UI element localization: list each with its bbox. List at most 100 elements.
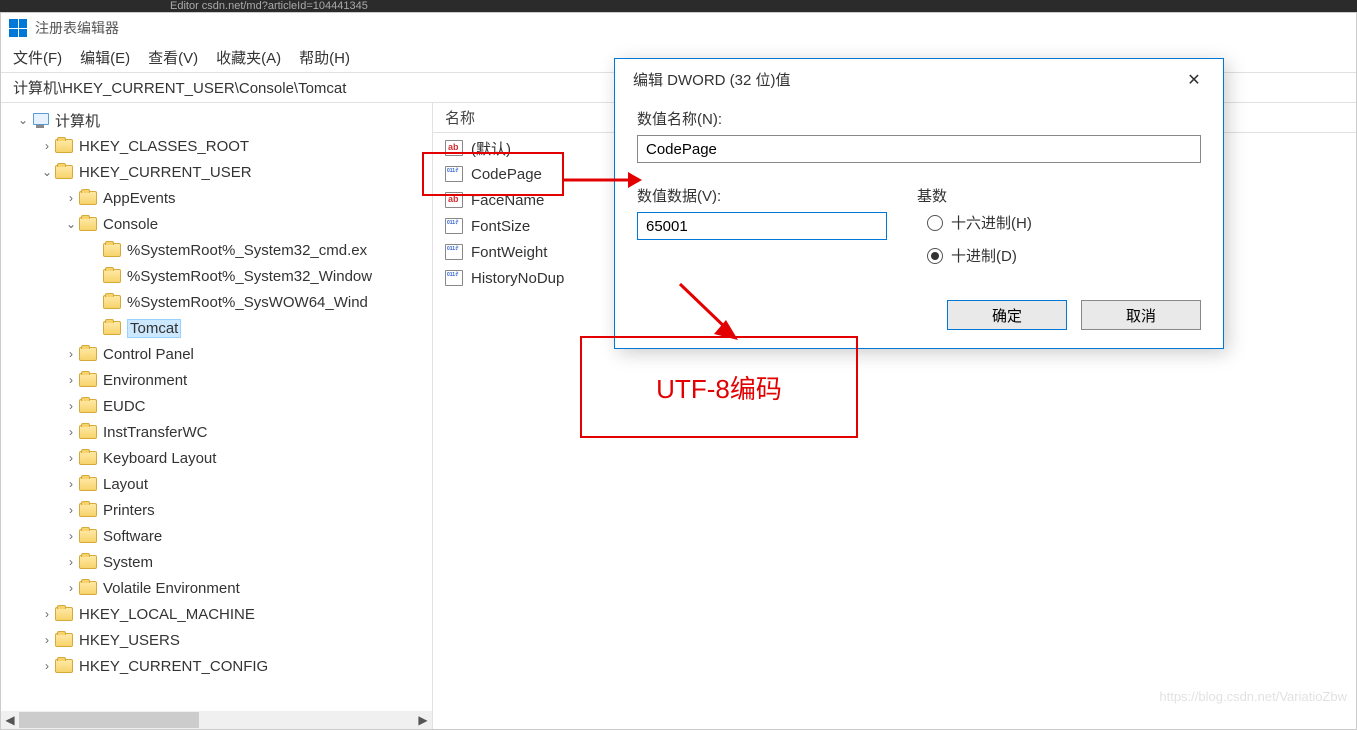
tree-item-label: EUDC: [103, 398, 146, 415]
h-scrollbar[interactable]: ◀ ▶: [1, 711, 432, 729]
folder-icon: [55, 607, 73, 621]
folder-icon: [79, 555, 97, 569]
tree-item[interactable]: ›Environment: [1, 367, 432, 393]
chevron-right-icon[interactable]: ›: [63, 424, 79, 440]
radio-icon-checked: [927, 248, 943, 264]
chevron-right-icon[interactable]: ›: [63, 554, 79, 570]
tree-item[interactable]: ›HKEY_CLASSES_ROOT: [1, 133, 432, 159]
chevron-down-icon[interactable]: ⌄: [63, 216, 79, 232]
chevron-none-icon: [87, 320, 103, 336]
folder-icon: [55, 139, 73, 153]
computer-icon: [31, 113, 49, 127]
window-title: 注册表编辑器: [35, 18, 119, 38]
tree-item[interactable]: ›AppEvents: [1, 185, 432, 211]
tree-item-label: Control Panel: [103, 346, 194, 363]
tree-item[interactable]: › HKEY_LOCAL_MACHINE: [1, 601, 432, 627]
tree-item-label: HKEY_LOCAL_MACHINE: [79, 606, 255, 623]
tree-item[interactable]: %SystemRoot%_System32_Window: [1, 263, 432, 289]
chevron-right-icon[interactable]: ›: [63, 528, 79, 544]
tree-item[interactable]: › Volatile Environment: [1, 575, 432, 601]
radio-hex-label: 十六进制(H): [951, 212, 1032, 233]
chevron-right-icon[interactable]: ›: [63, 450, 79, 466]
radio-hex[interactable]: 十六进制(H): [927, 212, 1201, 233]
reg-bin-icon: [445, 166, 463, 182]
chevron-right-icon[interactable]: ›: [63, 190, 79, 206]
chevron-none-icon: [87, 268, 103, 284]
tree-item-label: HKEY_USERS: [79, 632, 180, 649]
menu-item[interactable]: 文件(F): [13, 47, 62, 68]
app-icon: [9, 19, 27, 37]
tree-item[interactable]: ⌄ HKEY_CURRENT_USER: [1, 159, 432, 185]
folder-icon: [55, 165, 73, 179]
tree-item-label: Volatile Environment: [103, 580, 240, 597]
menu-item[interactable]: 编辑(E): [80, 47, 130, 68]
chevron-down-icon[interactable]: ⌄: [15, 112, 31, 128]
browser-url-remnant: Editor csdn.net/md?articleId=104441345: [0, 0, 1357, 12]
reg-str-icon: [445, 140, 463, 156]
menu-item[interactable]: 查看(V): [148, 47, 198, 68]
chevron-right-icon[interactable]: ›: [39, 658, 55, 674]
folder-icon: [55, 633, 73, 647]
menu-item[interactable]: 收藏夹(A): [216, 47, 281, 68]
tree-item[interactable]: › HKEY_USERS: [1, 627, 432, 653]
tree-item[interactable]: › HKEY_CURRENT_CONFIG: [1, 653, 432, 679]
tree-item[interactable]: › EUDC: [1, 393, 432, 419]
close-icon[interactable]: ✕: [1179, 70, 1209, 90]
folder-icon: [79, 503, 97, 517]
tree-item[interactable]: ›Software: [1, 523, 432, 549]
tree-item-label: HKEY_CURRENT_CONFIG: [79, 658, 268, 675]
tree-item[interactable]: ›Printers: [1, 497, 432, 523]
chevron-right-icon[interactable]: ›: [39, 632, 55, 648]
folder-icon: [103, 295, 121, 309]
ok-button[interactable]: 确定: [947, 300, 1067, 330]
chevron-right-icon[interactable]: ›: [63, 476, 79, 492]
scroll-left-icon[interactable]: ◀: [1, 711, 19, 729]
chevron-right-icon[interactable]: ›: [63, 580, 79, 596]
tree-item[interactable]: › Control Panel: [1, 341, 432, 367]
folder-icon: [79, 529, 97, 543]
tree-item-label: Layout: [103, 476, 148, 493]
chevron-none-icon: [87, 294, 103, 310]
folder-icon: [103, 243, 121, 257]
cancel-button[interactable]: 取消: [1081, 300, 1201, 330]
folder-icon: [79, 347, 97, 361]
value-name: FontSize: [471, 218, 530, 235]
tree-item[interactable]: Tomcat: [1, 315, 432, 341]
tree-item[interactable]: › Keyboard Layout: [1, 445, 432, 471]
chevron-right-icon[interactable]: ›: [39, 606, 55, 622]
chevron-right-icon[interactable]: ›: [39, 138, 55, 154]
tree-item[interactable]: ›InstTransferWC: [1, 419, 432, 445]
tree-panel: ⌄计算机›HKEY_CLASSES_ROOT ⌄ HKEY_CURRENT_USER…: [1, 103, 433, 729]
scroll-right-icon[interactable]: ▶: [414, 711, 432, 729]
folder-icon: [79, 217, 97, 231]
tree-item-label: HKEY_CURRENT_USER: [79, 164, 252, 181]
edit-dword-dialog: 编辑 DWORD (32 位)值 ✕ 数值名称(N): 数值数据(V): 基数 …: [614, 58, 1224, 349]
dialog-title-bar[interactable]: 编辑 DWORD (32 位)值 ✕: [615, 59, 1223, 96]
menu-item[interactable]: 帮助(H): [299, 47, 350, 68]
tree-item-label: Keyboard Layout: [103, 450, 216, 467]
chevron-right-icon[interactable]: ›: [63, 502, 79, 518]
tree-item[interactable]: ›System: [1, 549, 432, 575]
tree-item[interactable]: %SystemRoot%_SysWOW64_Wind: [1, 289, 432, 315]
value-data-input[interactable]: [637, 212, 887, 240]
radio-dec-label: 十进制(D): [951, 245, 1017, 266]
chevron-right-icon[interactable]: ›: [63, 372, 79, 388]
title-bar[interactable]: 注册表编辑器: [1, 13, 1356, 43]
radio-icon: [927, 215, 943, 231]
folder-icon: [79, 373, 97, 387]
tree-item[interactable]: ⌄计算机: [1, 107, 432, 133]
chevron-down-icon[interactable]: ⌄: [39, 164, 55, 180]
tree-item[interactable]: %SystemRoot%_System32_cmd.ex: [1, 237, 432, 263]
tree-item-label: %SystemRoot%_System32_Window: [127, 268, 372, 285]
registry-tree: ⌄计算机›HKEY_CLASSES_ROOT ⌄ HKEY_CURRENT_USER…: [1, 103, 432, 683]
tree-item[interactable]: › Layout: [1, 471, 432, 497]
value-name: CodePage: [471, 166, 542, 183]
folder-icon: [79, 581, 97, 595]
radio-dec[interactable]: 十进制(D): [927, 245, 1201, 266]
chevron-right-icon[interactable]: ›: [63, 346, 79, 362]
folder-icon: [79, 425, 97, 439]
tree-item[interactable]: ⌄Console: [1, 211, 432, 237]
chevron-right-icon[interactable]: ›: [63, 398, 79, 414]
value-name-input[interactable]: [637, 135, 1201, 163]
folder-icon: [103, 269, 121, 283]
